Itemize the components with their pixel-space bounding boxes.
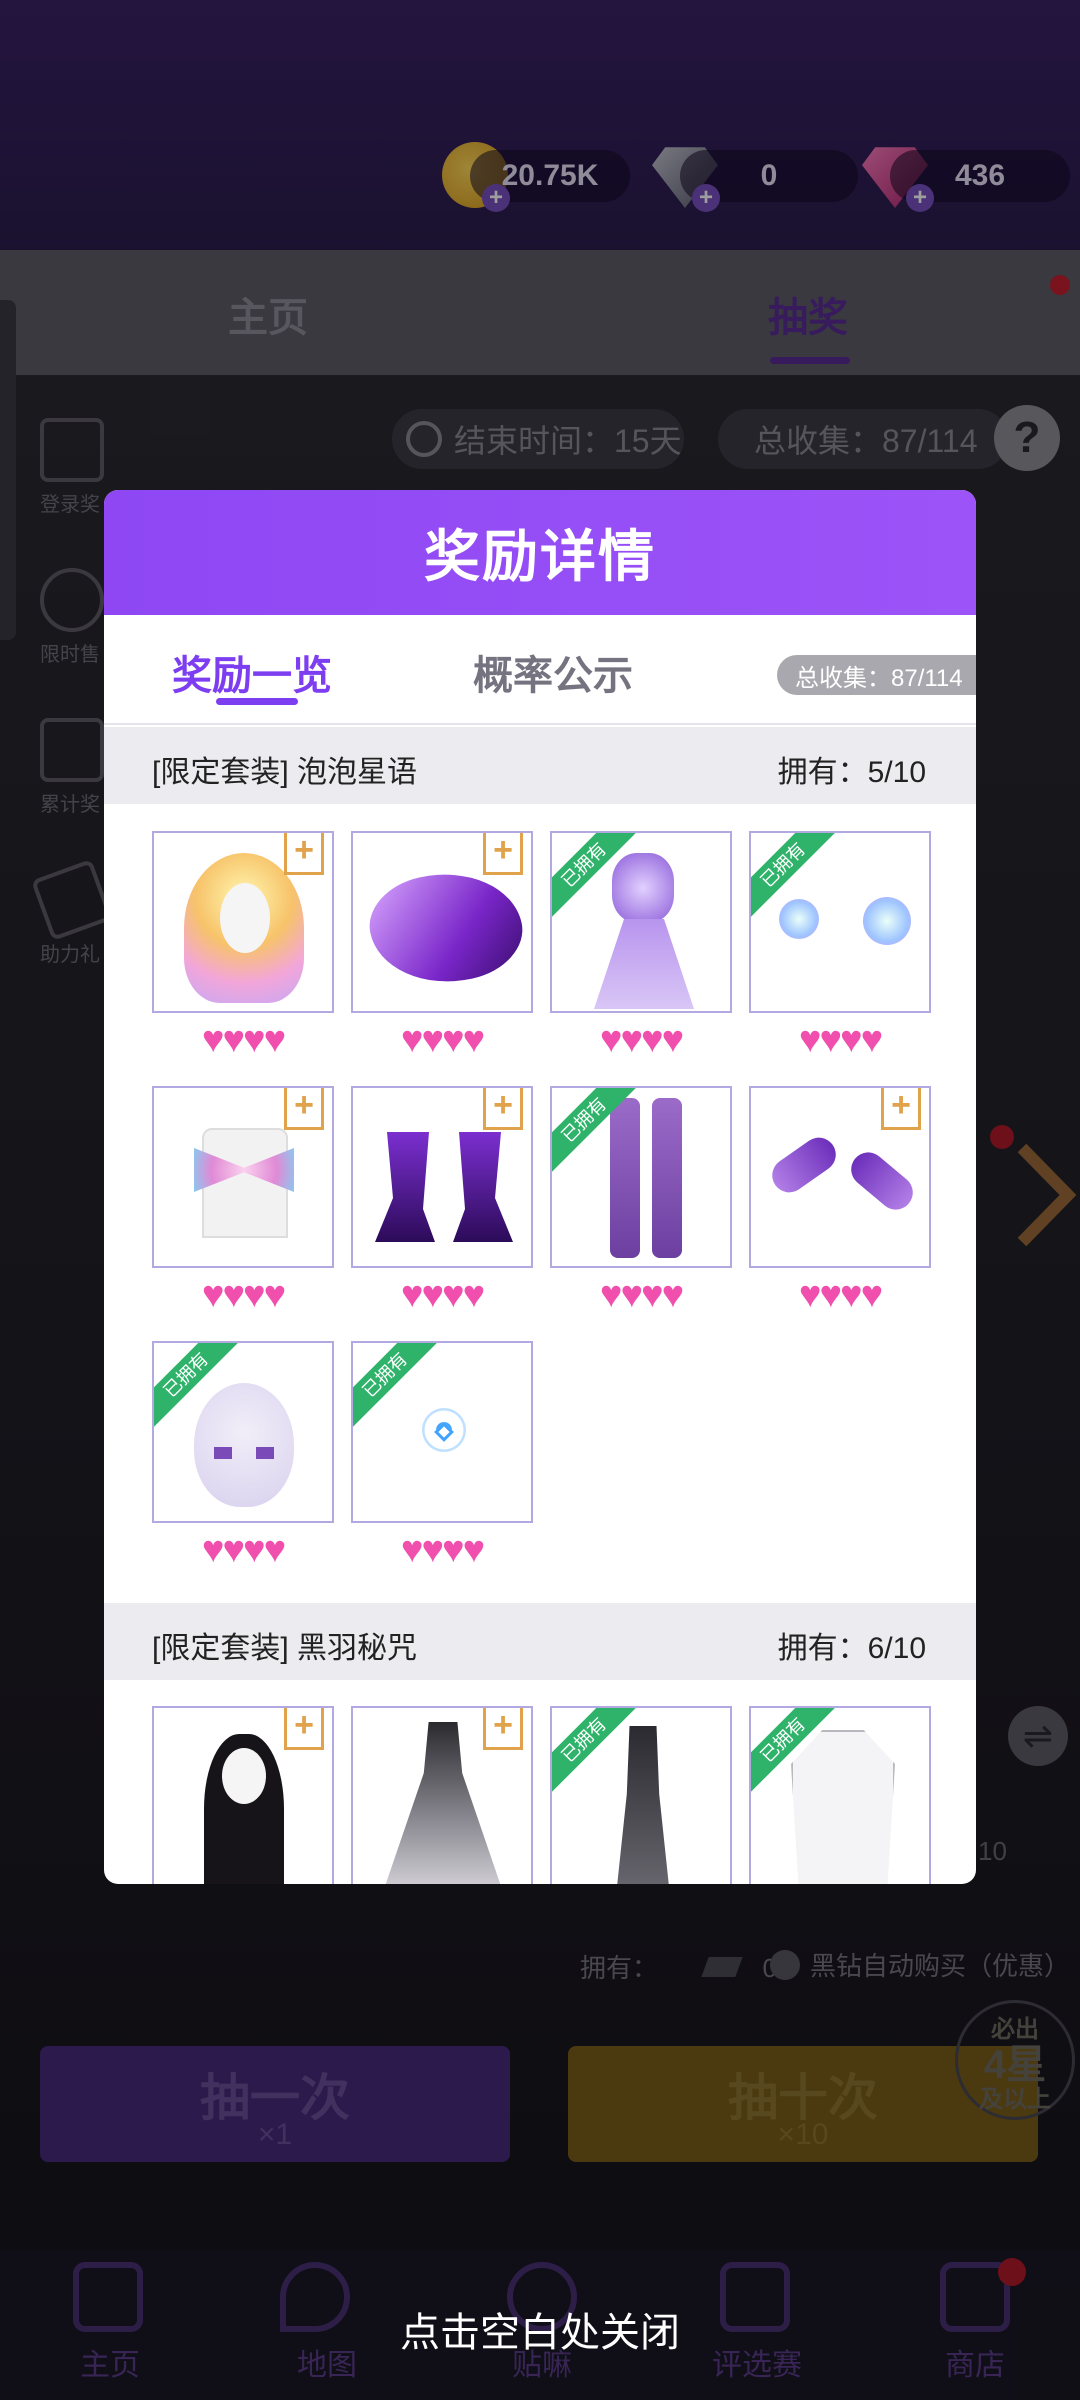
reward-item-hair[interactable]: +	[152, 1706, 334, 1884]
not-owned-plus-icon: +	[284, 833, 324, 875]
modal-title: 奖励详情	[424, 525, 656, 588]
rarity-hearts: ♥♥♥♥	[201, 1019, 286, 1061]
collect-chip: 总收集：87/114	[777, 655, 976, 695]
rarity-hearts: ♥♥♥♥	[599, 1274, 684, 1316]
earring-right-art	[863, 897, 911, 945]
reward-item-dress[interactable]: 已拥有	[550, 831, 732, 1013]
earring-left-art	[779, 899, 819, 939]
rarity-hearts: ♥♥♥♥	[798, 1274, 883, 1316]
dress-art	[616, 1726, 670, 1884]
rarity-hearts: ♥♥♥♥	[201, 1274, 286, 1316]
reward-item-makeup[interactable]: 已拥有	[152, 1341, 334, 1523]
glove-left-art	[765, 1130, 843, 1200]
not-owned-plus-icon: +	[483, 1088, 523, 1130]
reward-item-top[interactable]: +	[152, 1086, 334, 1268]
not-owned-plus-icon: +	[881, 1088, 921, 1130]
shoe-left-art	[375, 1132, 435, 1242]
rarity-hearts: ♥♥♥♥	[400, 1529, 485, 1571]
modal-tab-bar: 奖励一览 概率公示 总收集：87/114	[104, 615, 976, 725]
rarity-hearts: ♥♥♥♥	[599, 1019, 684, 1061]
reward-item-shoes[interactable]: +	[351, 1086, 533, 1268]
section-owned: 拥有：6/10	[777, 1632, 926, 1665]
section-name: [限定套装] 泡泡星语	[152, 756, 418, 789]
rarity-hearts: ♥♥♥♥	[400, 1274, 485, 1316]
not-owned-plus-icon: +	[483, 833, 523, 875]
stocking-left-art	[610, 1098, 640, 1258]
face-art	[222, 1748, 266, 1804]
modal-header: 奖励详情	[104, 490, 976, 615]
glove-right-art	[844, 1145, 920, 1217]
reward-item-stockings[interactable]: 已拥有	[550, 1086, 732, 1268]
reward-item-gown[interactable]: +	[351, 1706, 533, 1884]
hat-art	[361, 858, 531, 998]
tab-probability[interactable]: 概率公示	[473, 643, 633, 701]
reward-item-dress[interactable]: 已拥有	[550, 1706, 732, 1884]
section-header: [限定套装] 泡泡星语 拥有：5/10	[104, 727, 976, 804]
not-owned-plus-icon: +	[483, 1708, 523, 1750]
section-header: [限定套装] 黑羽秘咒 拥有：6/10	[104, 1603, 976, 1680]
reward-item-coat[interactable]: 已拥有	[749, 1706, 931, 1884]
reward-scroll-area[interactable]: [限定套装] 泡泡星语 拥有：5/10 + ♥♥♥♥ + ♥♥♥♥ 已拥有 ♥♥…	[104, 727, 976, 1884]
stocking-right-art	[652, 1098, 682, 1258]
rarity-hearts: ♥♥♥♥	[798, 1019, 883, 1061]
tab-reward-list[interactable]: 奖励一览	[172, 643, 332, 701]
shoe-right-art	[453, 1132, 513, 1242]
rarity-hearts: ♥♥♥♥	[400, 1019, 485, 1061]
dress-skirt-art	[594, 919, 694, 1009]
section-owned: 拥有：5/10	[777, 756, 926, 789]
reward-item-hat[interactable]: +	[351, 831, 533, 1013]
eyes-art	[214, 1447, 274, 1459]
face-art	[220, 883, 270, 953]
coat-art	[791, 1730, 895, 1884]
reward-item-effect[interactable]: 已拥有	[351, 1341, 533, 1523]
dress-art	[612, 853, 674, 923]
not-owned-plus-icon: +	[284, 1088, 324, 1130]
rarity-hearts: ♥♥♥♥	[201, 1529, 286, 1571]
reward-item-hair[interactable]: +	[152, 831, 334, 1013]
reward-item-earrings[interactable]: 已拥有	[749, 831, 931, 1013]
not-owned-plus-icon: +	[284, 1708, 324, 1750]
tab-active-indicator	[216, 698, 298, 705]
close-hint[interactable]: 点击空白处关闭	[0, 2300, 1080, 2358]
section-name: [限定套装] 黑羽秘咒	[152, 1632, 418, 1665]
reward-details-modal: 奖励详情 奖励一览 概率公示 总收集：87/114 [限定套装] 泡泡星语 拥有…	[104, 490, 976, 1884]
face-art	[194, 1383, 294, 1507]
reward-item-gloves[interactable]: +	[749, 1086, 931, 1268]
